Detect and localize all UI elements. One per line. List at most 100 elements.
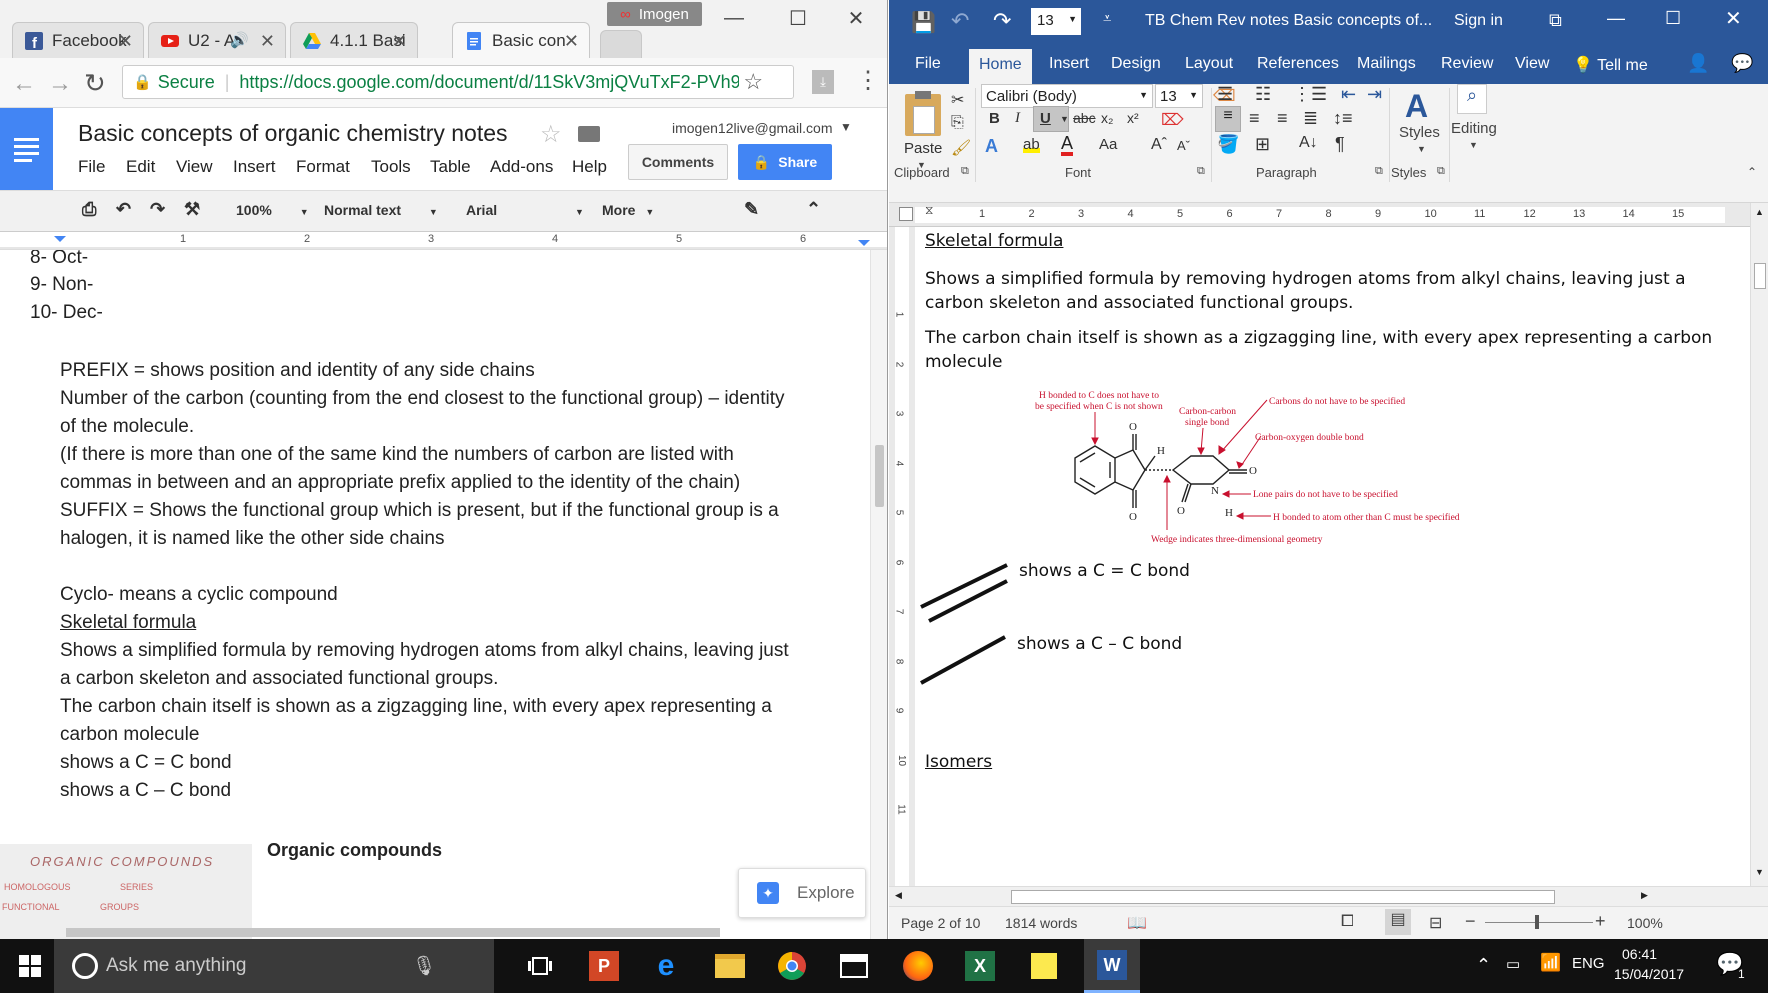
subscript-button[interactable]: x₂ (1101, 110, 1113, 126)
forward-icon[interactable]: → (48, 70, 72, 98)
firefox-icon[interactable] (896, 947, 940, 985)
explore-button[interactable]: ✦ Explore (738, 868, 866, 918)
undo-icon[interactable]: ↶ (951, 8, 969, 34)
windows-start-icon[interactable] (8, 947, 52, 985)
chevron-down-icon[interactable]: ▼ (1469, 140, 1478, 150)
horizontal-scrollbar[interactable]: ◀ ▶ (889, 886, 1768, 906)
dialog-launcher-icon[interactable]: ⧉ (1375, 165, 1383, 178)
language-indicator[interactable]: ENG (1572, 955, 1605, 972)
menu-edit[interactable]: Edit (126, 157, 155, 177)
url-field[interactable]: 🔒 Secure | https://docs.google.com/docum… (122, 65, 794, 99)
clock-date[interactable]: 15/04/2017 (1614, 966, 1684, 982)
close-icon[interactable]: ✕ (260, 31, 275, 52)
clipboard-icon[interactable] (905, 91, 941, 136)
superscript-button[interactable]: x² (1127, 110, 1139, 126)
numbering-icon[interactable]: ☷ (1255, 84, 1271, 105)
tab-references[interactable]: References (1257, 55, 1339, 73)
speaker-icon[interactable]: 🔊 (230, 31, 249, 49)
chevron-up-icon[interactable]: ⌃ (1476, 955, 1491, 976)
font-size-field[interactable]: 13 ▼ (1155, 84, 1203, 108)
close-icon[interactable]: ✕ (564, 31, 579, 52)
docs-home-icon[interactable] (0, 108, 53, 190)
strikethrough-button[interactable]: abc (1073, 110, 1096, 126)
store-icon[interactable] (832, 947, 876, 985)
align-left-icon[interactable]: ≡ (1215, 106, 1241, 132)
comments-button[interactable]: Comments (628, 144, 728, 180)
shading-icon[interactable]: 🪣 (1217, 134, 1239, 155)
borders-icon[interactable]: ⊞ (1255, 134, 1270, 155)
tab-drive[interactable]: 4.1.1 Basi ✕ (290, 22, 418, 58)
dialog-launcher-icon[interactable]: ⧉ (961, 165, 969, 178)
star-icon[interactable]: ☆ (540, 120, 562, 149)
edge-icon[interactable]: e (644, 947, 688, 985)
battery-icon[interactable]: ▭ (1506, 955, 1520, 973)
print-icon[interactable]: ⎙ (82, 199, 96, 220)
copy-icon[interactable]: ⎘ (951, 114, 964, 132)
line-spacing-icon[interactable]: ↕≡ (1333, 108, 1353, 129)
folder-icon[interactable] (578, 126, 600, 142)
cortana-search-box[interactable]: Ask me anything 🎙 (54, 939, 494, 993)
pdf-extension-icon[interactable]: ⤓ (812, 70, 834, 94)
vertical-scrollbar[interactable]: ▲ ▼ (1750, 203, 1768, 886)
new-tab-button[interactable] (600, 30, 642, 58)
read-mode-icon[interactable]: ⧠ (1341, 913, 1354, 931)
text-effects-button[interactable]: A (985, 136, 998, 157)
scrollbar-thumb[interactable] (875, 445, 884, 507)
back-icon[interactable]: ← (12, 70, 36, 98)
scroll-up-icon[interactable]: ▲ (1755, 207, 1764, 217)
tell-me-box[interactable]: 💡 Tell me (1573, 55, 1648, 75)
close-window-button[interactable]: ✕ (834, 2, 878, 34)
save-icon[interactable]: 💾 (911, 10, 936, 35)
scroll-down-icon[interactable]: ▼ (1755, 867, 1764, 877)
italic-button[interactable]: I (1015, 110, 1020, 127)
menu-tools[interactable]: Tools (371, 157, 411, 177)
zoom-out-icon[interactable]: − (1465, 911, 1476, 932)
sign-in-link[interactable]: Sign in (1454, 12, 1503, 30)
paint-format-icon[interactable]: ⚒ (184, 199, 200, 220)
scroll-right-icon[interactable]: ▶ (1641, 890, 1648, 901)
menu-table[interactable]: Table (430, 157, 471, 177)
font-color-button[interactable]: A (1061, 134, 1074, 156)
close-icon[interactable]: ✕ (118, 31, 133, 52)
underline-button[interactable]: U ▼ (1033, 106, 1069, 132)
eraser-icon[interactable]: ⌦ (1161, 110, 1184, 130)
ribbon-display-icon[interactable]: ⧉ (1549, 10, 1562, 31)
zoom-level[interactable]: 100% (1627, 915, 1663, 931)
task-view-icon[interactable] (518, 947, 562, 985)
bold-button[interactable]: B (989, 110, 1000, 127)
cut-icon[interactable]: ✂ (951, 90, 964, 110)
account-email[interactable]: imogen12live@gmail.com (672, 120, 833, 136)
excel-icon[interactable]: X (958, 947, 1002, 985)
close-window-button[interactable]: ✕ (1725, 6, 1742, 31)
word-icon[interactable]: W (1084, 939, 1140, 993)
menu-insert[interactable]: Insert (233, 157, 276, 177)
proofing-icon[interactable]: 📖 (1127, 913, 1147, 933)
collapse-ribbon-icon[interactable]: ⌃ (1747, 165, 1757, 179)
share-person-icon[interactable]: 👤 (1687, 53, 1709, 74)
minimize-button[interactable]: — (712, 2, 756, 34)
styles-icon[interactable]: A (1405, 88, 1428, 125)
dialog-launcher-icon[interactable]: ⧉ (1437, 165, 1445, 178)
shrink-font-button[interactable]: Aˇ (1177, 138, 1190, 153)
microphone-icon[interactable]: 🎙 (412, 954, 436, 978)
menu-format[interactable]: Format (296, 157, 350, 177)
pilcrow-button[interactable]: ¶ (1335, 134, 1345, 155)
tab-mailings[interactable]: Mailings (1357, 55, 1416, 73)
profile-badge[interactable]: ∞ Imogen (607, 2, 702, 26)
change-case-button[interactable]: Aa (1099, 136, 1117, 153)
collapse-icon[interactable]: ⌃ (806, 199, 821, 220)
word-count[interactable]: 1814 words (1005, 915, 1077, 931)
maximize-button[interactable]: ☐ (1665, 8, 1681, 29)
find-icon[interactable]: ⌕ (1457, 84, 1487, 114)
zoom-slider[interactable] (1485, 922, 1593, 923)
zoom-select[interactable]: 100% ▼ (236, 202, 309, 218)
redo-icon[interactable]: ↷ (993, 8, 1011, 34)
highlight-button[interactable]: ab (1023, 136, 1040, 153)
share-button[interactable]: 🔒 Share (738, 144, 832, 180)
tab-youtube[interactable]: U2 - A 🔊 ✕ (148, 22, 286, 58)
tab-facebook[interactable]: f Facebook ✕ (12, 22, 144, 58)
menu-help[interactable]: Help (572, 157, 607, 177)
indent-marker[interactable]: ⧖ (925, 203, 933, 218)
tab-review[interactable]: Review (1441, 55, 1493, 73)
font-select[interactable]: Arial ▼ (466, 202, 584, 218)
